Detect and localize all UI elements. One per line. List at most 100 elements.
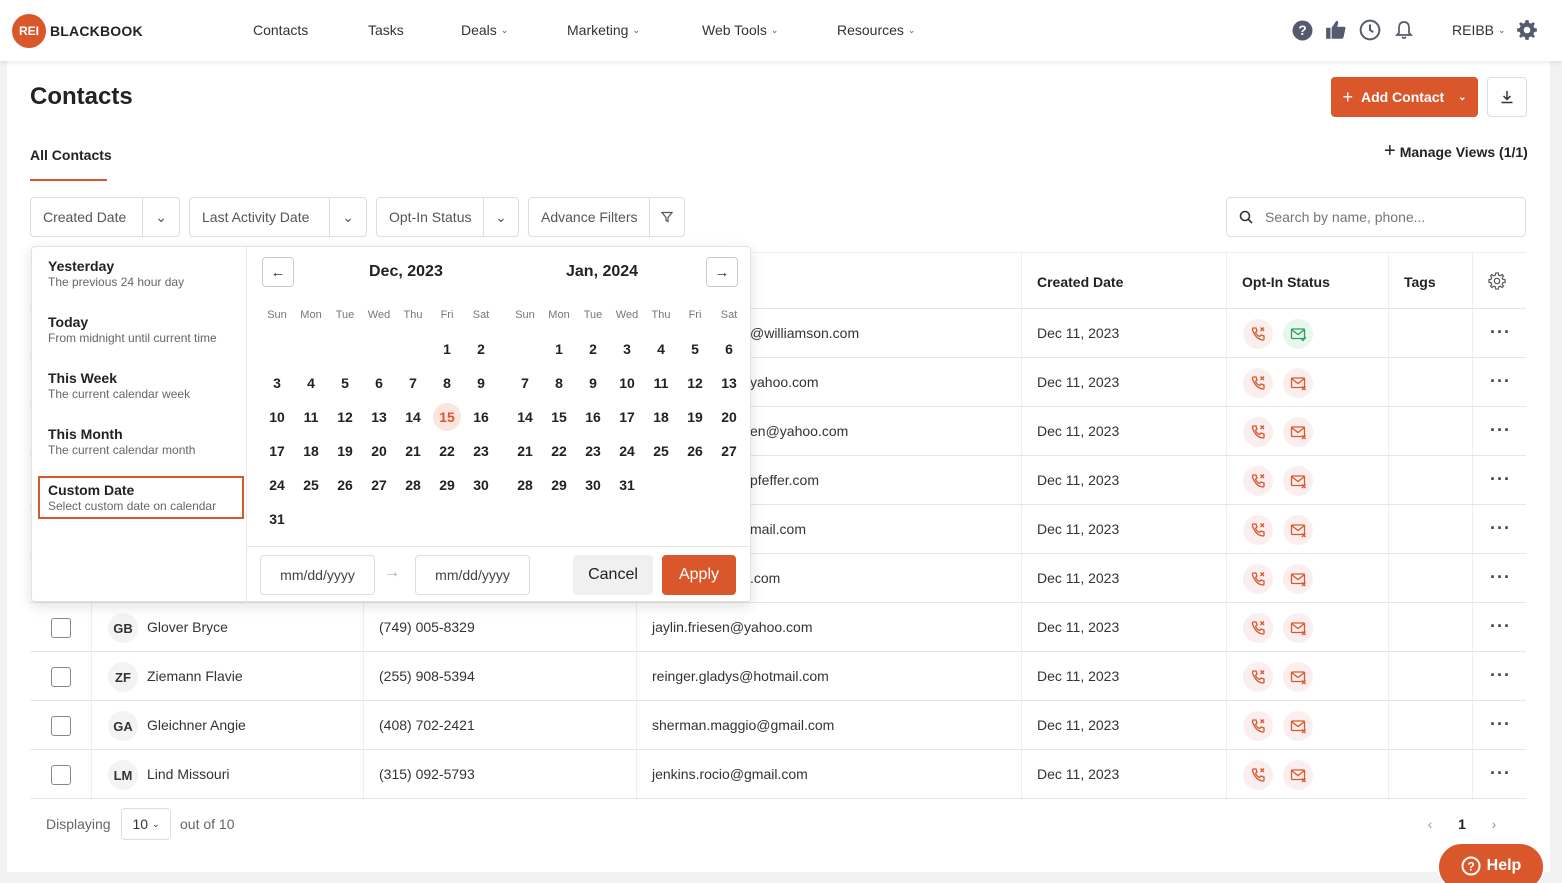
- calendar-day[interactable]: 24: [613, 437, 641, 465]
- more-actions-icon[interactable]: ···: [1490, 469, 1511, 490]
- calendar-day[interactable]: 8: [545, 369, 573, 397]
- help-button[interactable]: ? Help: [1437, 842, 1545, 883]
- email-opt-out-icon[interactable]: [1283, 662, 1313, 692]
- calendar-day[interactable]: 26: [331, 471, 359, 499]
- logo[interactable]: REI BLACKBOOK: [12, 14, 143, 48]
- calendar-day[interactable]: 19: [681, 403, 709, 431]
- email-opt-out-icon[interactable]: [1283, 515, 1313, 545]
- cancel-button[interactable]: Cancel: [573, 555, 653, 595]
- phone-opt-out-icon[interactable]: [1243, 662, 1273, 692]
- phone-opt-out-icon[interactable]: [1243, 711, 1273, 741]
- email-opt-out-icon[interactable]: [1283, 368, 1313, 398]
- calendar-day[interactable]: 31: [263, 505, 291, 533]
- preset-today[interactable]: Today From midnight until current time: [38, 309, 244, 351]
- calendar-day[interactable]: 9: [579, 369, 607, 397]
- preset-this-week[interactable]: This Week The current calendar week: [38, 365, 244, 407]
- calendar-day[interactable]: 4: [647, 335, 675, 363]
- prev-page-button[interactable]: ‹: [1414, 808, 1446, 840]
- filter-advance[interactable]: Advance Filters: [528, 197, 685, 237]
- calendar-day[interactable]: 18: [647, 403, 675, 431]
- calendar-day[interactable]: 17: [263, 437, 291, 465]
- calendar-day[interactable]: 20: [365, 437, 393, 465]
- calendar-day[interactable]: 4: [297, 369, 325, 397]
- more-actions-icon[interactable]: ···: [1490, 420, 1511, 441]
- more-actions-icon[interactable]: ···: [1490, 616, 1511, 637]
- email-opt-out-icon[interactable]: [1283, 760, 1313, 790]
- preset-custom-date[interactable]: Custom Date Select custom date on calenda…: [38, 476, 244, 519]
- calendar-day[interactable]: 12: [331, 403, 359, 431]
- phone-opt-out-icon[interactable]: [1243, 564, 1273, 594]
- apply-button[interactable]: Apply: [662, 555, 736, 595]
- per-page-select[interactable]: 10 ⌄: [121, 808, 171, 840]
- calendar-day[interactable]: 28: [399, 471, 427, 499]
- column-settings-icon[interactable]: [1488, 272, 1506, 293]
- calendar-day[interactable]: 6: [365, 369, 393, 397]
- more-actions-icon[interactable]: ···: [1490, 665, 1511, 686]
- nav-resources[interactable]: Resources ⌄: [837, 22, 915, 38]
- row-checkbox[interactable]: [51, 618, 71, 638]
- page-number[interactable]: 1: [1446, 808, 1478, 840]
- preset-this-month[interactable]: This Month The current calendar month: [38, 421, 244, 463]
- thumbs-up-icon[interactable]: [1324, 18, 1348, 42]
- next-month-button[interactable]: →: [706, 257, 738, 287]
- table-row[interactable]: GB Glover Bryce (749) 005-8329 jaylin.fries…: [30, 603, 1526, 652]
- phone-opt-out-icon[interactable]: [1243, 368, 1273, 398]
- calendar-day[interactable]: 27: [715, 437, 743, 465]
- tab-all-contacts[interactable]: All Contacts: [30, 147, 112, 163]
- row-checkbox[interactable]: [51, 667, 71, 687]
- calendar-day[interactable]: 9: [467, 369, 495, 397]
- phone-opt-out-icon[interactable]: [1243, 613, 1273, 643]
- nav-marketing[interactable]: Marketing ⌄: [567, 22, 640, 38]
- nav-deals[interactable]: Deals ⌄: [461, 22, 508, 38]
- manage-views-button[interactable]: + Manage Views (1/1): [1384, 140, 1528, 163]
- calendar-day[interactable]: 25: [297, 471, 325, 499]
- email-opt-in-icon[interactable]: [1283, 319, 1313, 349]
- contact-name[interactable]: Gleichner Angie: [147, 717, 246, 733]
- gear-icon[interactable]: [1515, 18, 1539, 42]
- nav-web-tools[interactable]: Web Tools ⌄: [702, 22, 778, 38]
- calendar-day[interactable]: 7: [399, 369, 427, 397]
- clock-icon[interactable]: [1358, 18, 1382, 42]
- calendar-day[interactable]: 10: [613, 369, 641, 397]
- bell-icon[interactable]: [1392, 18, 1416, 42]
- calendar-day[interactable]: 8: [433, 369, 461, 397]
- search-input[interactable]: [1265, 209, 1505, 225]
- calendar-day[interactable]: 17: [613, 403, 641, 431]
- phone-opt-out-icon[interactable]: [1243, 760, 1273, 790]
- calendar-day[interactable]: 15: [545, 403, 573, 431]
- table-row[interactable]: LM Lind Missouri (315) 092-5793 jenkins.roc…: [30, 750, 1526, 799]
- calendar-day[interactable]: 1: [545, 335, 573, 363]
- nav-contacts[interactable]: Contacts: [253, 22, 308, 38]
- calendar-day[interactable]: 21: [511, 437, 539, 465]
- table-row[interactable]: ZF Ziemann Flavie (255) 908-5394 reinger.gl…: [30, 652, 1526, 701]
- calendar-day[interactable]: 27: [365, 471, 393, 499]
- preset-yesterday[interactable]: Yesterday The previous 24 hour day: [38, 253, 244, 295]
- calendar-day[interactable]: 2: [467, 335, 495, 363]
- calendar-day[interactable]: 29: [433, 471, 461, 499]
- email-opt-out-icon[interactable]: [1283, 613, 1313, 643]
- contact-name[interactable]: Ziemann Flavie: [147, 668, 243, 684]
- phone-opt-out-icon[interactable]: [1243, 466, 1273, 496]
- calendar-day[interactable]: 29: [545, 471, 573, 499]
- help-icon[interactable]: ?: [1290, 18, 1314, 42]
- calendar-day[interactable]: 2: [579, 335, 607, 363]
- email-opt-out-icon[interactable]: [1283, 711, 1313, 741]
- calendar-day[interactable]: 30: [467, 471, 495, 499]
- header-tags[interactable]: Tags: [1404, 274, 1436, 290]
- more-actions-icon[interactable]: ···: [1490, 371, 1511, 392]
- contact-name[interactable]: Lind Missouri: [147, 766, 229, 782]
- nav-tasks[interactable]: Tasks: [368, 22, 404, 38]
- header-created-date[interactable]: Created Date: [1037, 274, 1123, 290]
- filter-last-activity-date[interactable]: Last Activity Date ⌄: [189, 197, 367, 237]
- download-button[interactable]: [1487, 77, 1527, 117]
- filter-opt-in-status[interactable]: Opt-In Status ⌄: [376, 197, 519, 237]
- calendar-day[interactable]: 23: [467, 437, 495, 465]
- calendar-day[interactable]: 21: [399, 437, 427, 465]
- calendar-day[interactable]: 1: [433, 335, 461, 363]
- more-actions-icon[interactable]: ···: [1490, 763, 1511, 784]
- calendar-day[interactable]: 13: [715, 369, 743, 397]
- calendar-day[interactable]: 23: [579, 437, 607, 465]
- calendar-day[interactable]: 10: [263, 403, 291, 431]
- email-opt-out-icon[interactable]: [1283, 417, 1313, 447]
- calendar-day[interactable]: 24: [263, 471, 291, 499]
